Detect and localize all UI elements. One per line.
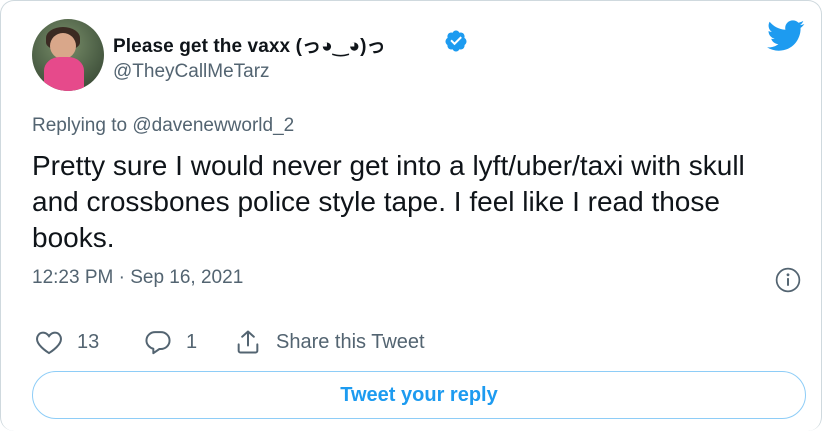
avatar[interactable] — [32, 19, 104, 91]
like-button[interactable]: 13 — [35, 327, 99, 357]
author-display-name[interactable]: Please get the vaxx (っ◕‿◕)っ — [113, 31, 386, 58]
share-icon — [237, 330, 259, 354]
share-label: Share this Tweet — [276, 330, 425, 353]
heart-icon — [36, 331, 62, 355]
verified-badge-icon — [445, 30, 467, 52]
comment-icon — [145, 331, 171, 355]
reply-button[interactable]: 1 — [144, 327, 197, 357]
tweet-your-reply-button[interactable]: Tweet your reply — [32, 371, 806, 419]
like-count: 13 — [77, 330, 100, 353]
author-handle[interactable]: @TheyCallMeTarz — [113, 61, 270, 83]
avatar-face — [50, 33, 76, 59]
tweet-timestamp[interactable]: 12:23 PM · Sep 16, 2021 — [32, 267, 243, 289]
tweet-card: Please get the vaxx (っ◕‿◕)っ @TheyCallMeT… — [0, 0, 822, 431]
tweet-text: Pretty sure I would never get into a lyf… — [32, 150, 745, 253]
share-button[interactable]: Share this Tweet — [234, 327, 425, 357]
avatar-body — [44, 57, 84, 91]
info-icon[interactable] — [775, 267, 801, 293]
reply-count: 1 — [186, 330, 198, 353]
twitter-bird-icon[interactable] — [767, 19, 805, 53]
replying-to[interactable]: Replying to @davenewworld_2 — [32, 115, 294, 137]
